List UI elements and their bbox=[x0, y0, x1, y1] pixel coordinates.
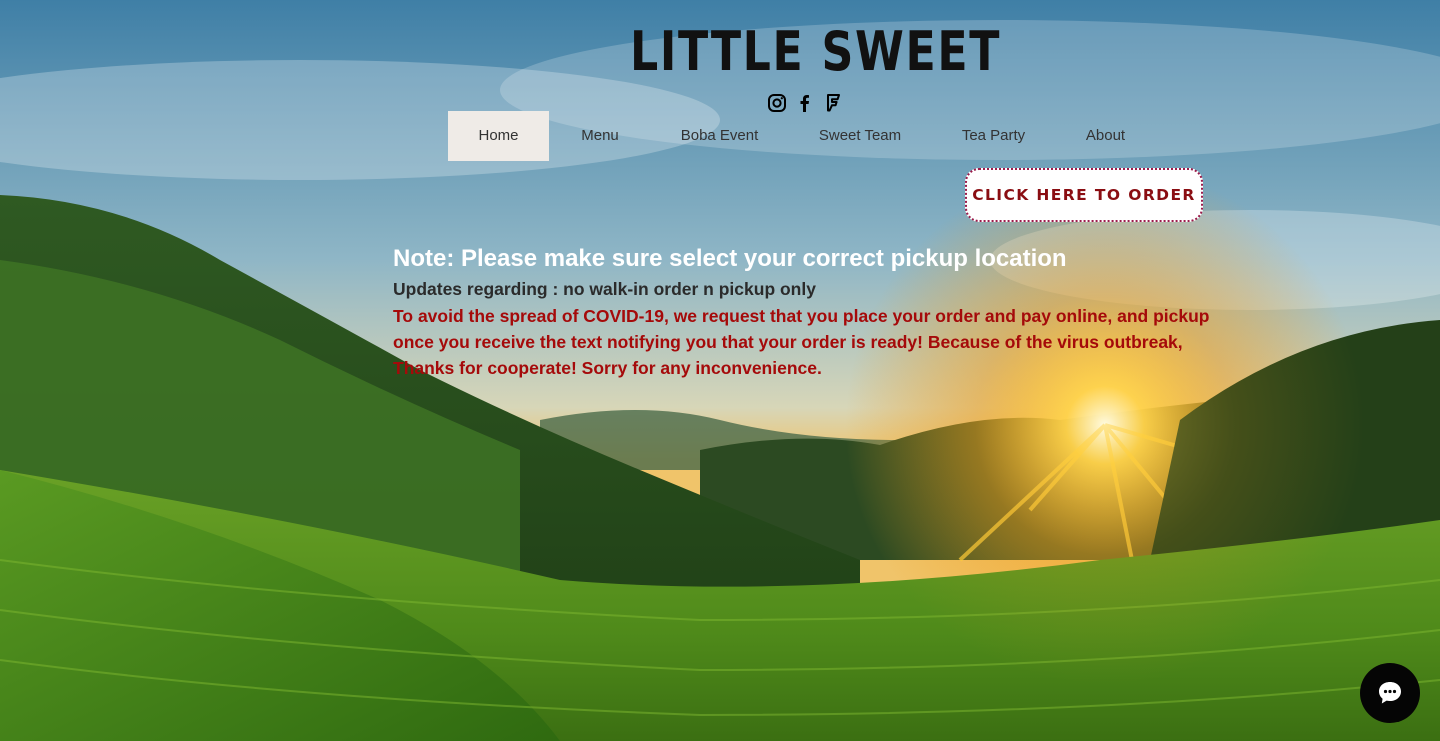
chat-bubble-icon bbox=[1379, 682, 1401, 704]
nav-item-home[interactable]: Home bbox=[448, 111, 549, 161]
nav-item-menu[interactable]: Menu bbox=[549, 111, 651, 161]
instagram-icon[interactable] bbox=[767, 93, 787, 113]
notice-body: To avoid the spread of COVID-19, we requ… bbox=[393, 306, 1210, 378]
facebook-icon[interactable] bbox=[795, 93, 815, 113]
main-nav: Home Menu Boba Event Sweet Team Tea Part… bbox=[448, 111, 1156, 161]
site-logo[interactable]: LITTLE SWEET bbox=[630, 22, 999, 82]
nav-item-tea-party[interactable]: Tea Party bbox=[932, 111, 1055, 161]
notice-block: Note: Please make sure select your corre… bbox=[393, 243, 1223, 381]
nav-item-sweet-team[interactable]: Sweet Team bbox=[788, 111, 932, 161]
foursquare-icon[interactable] bbox=[823, 93, 843, 113]
nav-item-about[interactable]: About bbox=[1055, 111, 1156, 161]
nav-item-boba-event[interactable]: Boba Event bbox=[651, 111, 788, 161]
notice-title: Note: Please make sure select your corre… bbox=[393, 245, 1067, 272]
order-button[interactable]: CLICK HERE TO ORDER bbox=[965, 168, 1203, 222]
chat-button[interactable] bbox=[1360, 663, 1420, 723]
social-bar bbox=[767, 93, 843, 113]
notice-update: Updates regarding : no walk-in order n p… bbox=[393, 279, 816, 299]
